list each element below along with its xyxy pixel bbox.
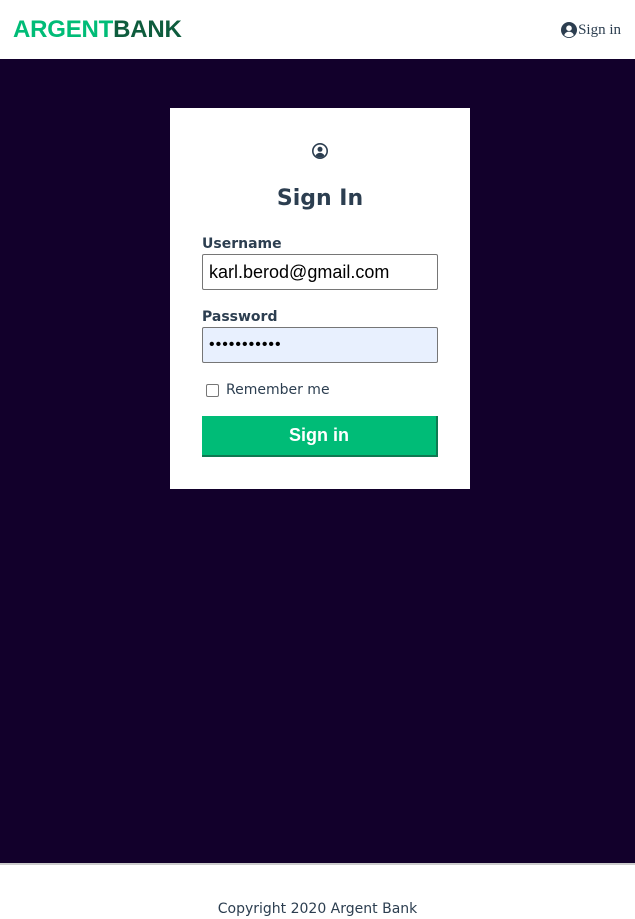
password-label: Password <box>202 309 278 325</box>
logo-text-argent: ARGENT <box>13 16 114 43</box>
user-circle-icon <box>561 22 578 38</box>
sign-in-title: Sign In <box>276 186 364 211</box>
nav-sign-in-link[interactable]: Sign in <box>561 20 621 40</box>
username-label: Username <box>202 236 282 252</box>
username-input[interactable]: karl.berod@gmail.com <box>202 254 438 290</box>
copyright-text: Copyright 2020 Argent Bank <box>217 901 418 917</box>
footer: Copyright 2020 Argent Bank <box>0 863 635 919</box>
user-circle-icon <box>312 143 328 159</box>
sign-in-button[interactable]: Sign in <box>202 416 438 457</box>
remember-me-checkbox[interactable] <box>206 383 219 397</box>
nav-sign-in-label: Sign in <box>578 21 621 38</box>
sign-in-card: Sign In Username karl.berod@gmail.com Pa… <box>170 108 470 489</box>
logo-text-bank: BANK <box>113 16 182 43</box>
argent-bank-logo[interactable]: ARGENT BANK <box>13 16 182 43</box>
remember-me-row[interactable]: Remember me <box>206 381 330 399</box>
main-nav: ARGENT BANK Sign in <box>0 0 635 59</box>
password-input[interactable]: ••••••••••• <box>202 327 438 363</box>
remember-me-label[interactable]: Remember me <box>226 381 330 399</box>
